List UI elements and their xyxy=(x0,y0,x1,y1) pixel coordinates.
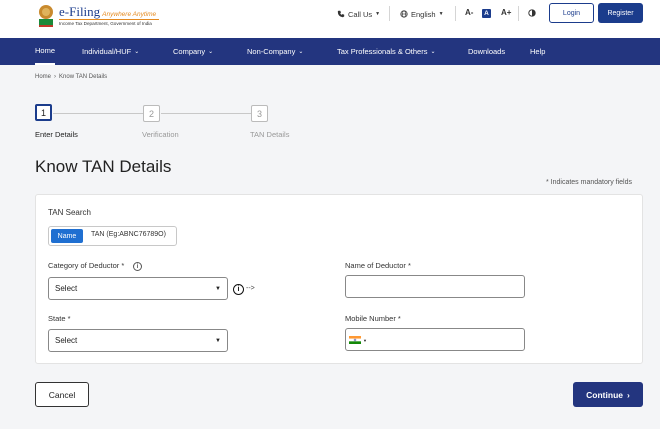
info-icon[interactable]: i xyxy=(233,284,244,295)
step-connector xyxy=(53,113,143,114)
nav-tax-professionals-label: Tax Professionals & Others xyxy=(337,47,428,56)
contrast-icon[interactable] xyxy=(528,9,536,17)
nav-home-label: Home xyxy=(35,46,56,55)
step-2-indicator: 2 xyxy=(143,105,160,122)
emblem-logo-icon[interactable] xyxy=(35,3,57,29)
continue-button[interactable]: Continue › xyxy=(573,382,643,407)
step-2-label: Verification xyxy=(142,130,179,139)
nav-company[interactable]: Company ⌄ xyxy=(173,38,213,65)
top-header: e-Filing Anywhere Anytime Income Tax Depa… xyxy=(0,0,660,38)
country-code-selector[interactable]: ▼ xyxy=(349,336,367,344)
nav-individual-huf[interactable]: Individual/HUF ⌄ xyxy=(82,38,139,65)
deductor-name-input[interactable] xyxy=(345,275,525,298)
arrow-indicator: --> xyxy=(246,285,255,292)
caret-down-icon: ▼ xyxy=(215,285,221,292)
font-decrease-button[interactable]: A- xyxy=(465,8,473,17)
nav-help-label: Help xyxy=(530,47,546,56)
font-increase-button[interactable]: A+ xyxy=(501,8,511,17)
call-us-dropdown[interactable]: Call Us ▼ xyxy=(337,8,380,20)
caret-down-icon: ▼ xyxy=(215,337,221,344)
breadcrumb-current: Know TAN Details xyxy=(59,74,108,80)
caret-down-icon: ▼ xyxy=(363,337,367,343)
register-button[interactable]: Register xyxy=(598,3,643,23)
breadcrumb-home[interactable]: Home xyxy=(35,74,51,80)
chevron-down-icon: ▼ xyxy=(375,11,381,17)
logo-subtitle: Income Tax Department, Government of Ind… xyxy=(59,21,152,26)
state-select-value: Select xyxy=(55,336,78,345)
page-title: Know TAN Details xyxy=(35,157,172,176)
main-nav: Home Individual/HUF ⌄ Company ⌄ Non-Compan… xyxy=(0,38,660,65)
state-label: State * xyxy=(48,314,71,323)
toggle-name-option[interactable]: Name xyxy=(51,229,83,243)
header-divider xyxy=(518,6,519,21)
nav-company-label: Company xyxy=(173,47,206,56)
india-flag-icon xyxy=(349,336,361,344)
step-3-indicator: 3 xyxy=(251,105,268,122)
category-label: Category of Deductor * xyxy=(48,261,125,270)
phone-icon xyxy=(337,10,345,18)
nav-non-company[interactable]: Non-Company ⌄ xyxy=(247,38,303,65)
login-button[interactable]: Login xyxy=(549,3,594,23)
language-dropdown[interactable]: English ▼ xyxy=(400,8,444,20)
nav-tax-professionals[interactable]: Tax Professionals & Others ⌄ xyxy=(337,38,436,65)
mobile-number-input[interactable]: ▼ xyxy=(345,328,525,351)
nav-non-company-label: Non-Company xyxy=(247,47,296,56)
nav-help[interactable]: Help xyxy=(530,38,545,65)
header-divider xyxy=(455,6,456,21)
step-1-indicator: 1 xyxy=(35,104,52,121)
chevron-down-icon: ⌄ xyxy=(134,49,140,55)
breadcrumb-separator: › xyxy=(54,74,57,80)
step-3-label: TAN Details xyxy=(250,130,290,139)
category-select[interactable]: Select ▼ xyxy=(48,277,228,300)
cancel-button[interactable]: Cancel xyxy=(35,382,89,407)
logo-divider xyxy=(59,19,159,20)
step-connector xyxy=(161,113,251,114)
mandatory-note: * Indicates mandatory fields xyxy=(546,179,632,186)
language-label: English xyxy=(411,9,436,19)
chevron-down-icon: ▼ xyxy=(438,11,444,17)
call-us-label: Call Us xyxy=(348,9,373,19)
chevron-down-icon: ⌄ xyxy=(430,49,436,55)
nav-individual-huf-label: Individual/HUF xyxy=(82,47,132,56)
search-type-toggle: Name TAN (Eg:ABNC76789O) xyxy=(48,226,177,246)
nav-downloads-label: Downloads xyxy=(468,47,506,56)
state-select[interactable]: Select ▼ xyxy=(48,329,228,352)
deductor-name-label: Name of Deductor * xyxy=(345,261,411,270)
nav-home[interactable]: Home xyxy=(35,38,56,65)
continue-label: Continue xyxy=(586,389,623,400)
breadcrumb: Home › Know TAN Details xyxy=(35,74,107,80)
chevron-right-icon: › xyxy=(626,389,630,400)
font-normal-button[interactable]: A xyxy=(482,9,491,18)
nav-downloads[interactable]: Downloads xyxy=(468,38,505,65)
chevron-down-icon: ⌄ xyxy=(208,49,214,55)
logo-tagline: Anywhere Anytime xyxy=(102,11,157,18)
logo-title[interactable]: e-Filing Anywhere Anytime xyxy=(59,4,156,20)
info-icon[interactable]: i xyxy=(133,262,142,271)
category-select-value: Select xyxy=(55,284,78,293)
tan-search-heading: TAN Search xyxy=(48,208,91,217)
chevron-down-icon: ⌄ xyxy=(298,49,304,55)
globe-icon xyxy=(400,10,408,18)
mobile-label: Mobile Number * xyxy=(345,314,401,323)
step-1-label: Enter Details xyxy=(35,130,78,139)
toggle-tan-option[interactable]: TAN (Eg:ABNC76789O) xyxy=(91,231,166,238)
header-divider xyxy=(389,6,390,21)
